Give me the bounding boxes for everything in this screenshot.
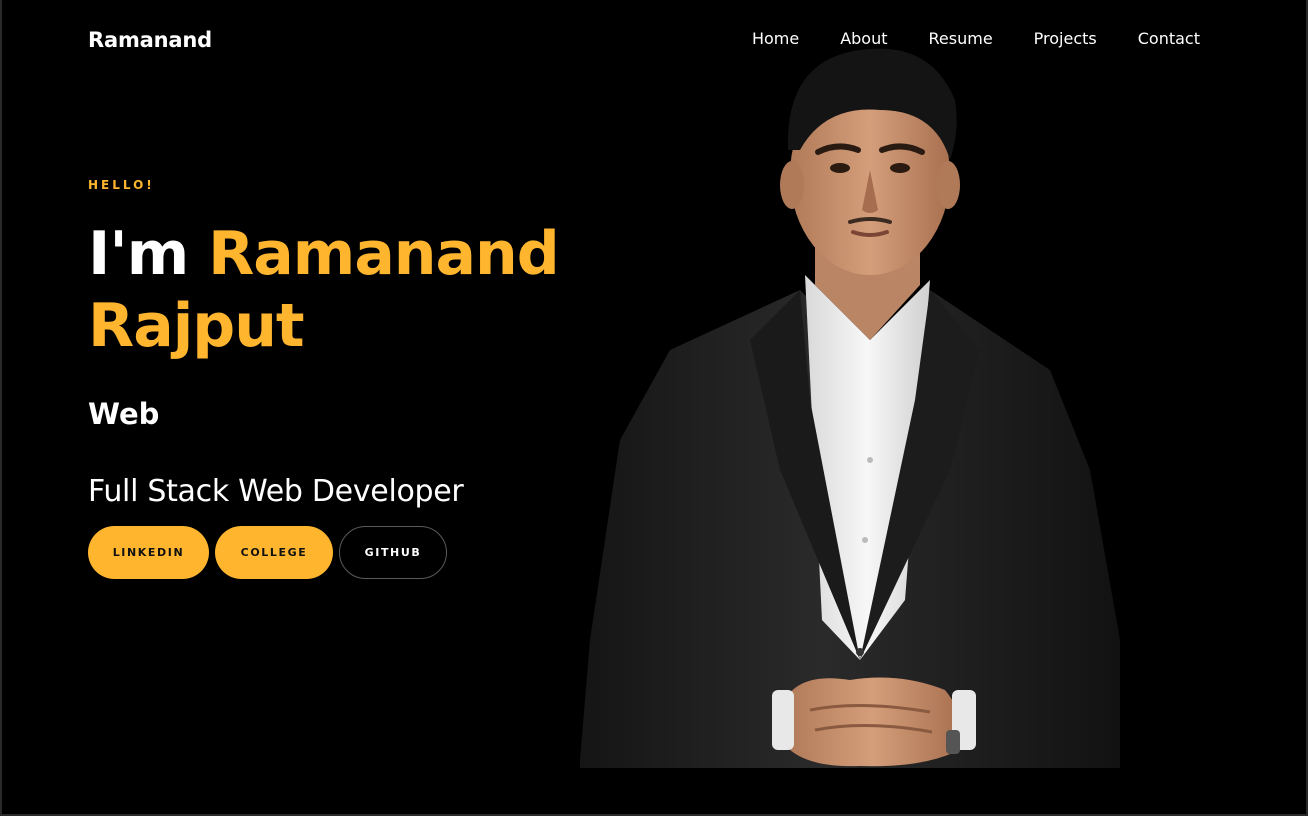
github-button[interactable]: GITHUB (339, 526, 447, 579)
portrait-photo (580, 48, 1120, 768)
name-last: Rajput (88, 291, 305, 361)
social-buttons: LINKEDIN COLLEGE GITHUB (88, 526, 447, 579)
hero-subtitle: Full Stack Web Developer (88, 474, 464, 509)
brand-logo[interactable]: Ramanand (88, 28, 212, 52)
role-text: Web (88, 397, 160, 431)
greeting-label: HELLO! (88, 178, 155, 192)
name-first: Ramanand (208, 219, 560, 289)
intro-prefix: I'm (88, 219, 189, 289)
nav-contact[interactable]: Contact (1138, 29, 1200, 48)
hero-heading: I'm Ramanand Rajput (88, 218, 608, 362)
college-button[interactable]: COLLEGE (215, 526, 333, 579)
linkedin-button[interactable]: LINKEDIN (88, 526, 209, 579)
